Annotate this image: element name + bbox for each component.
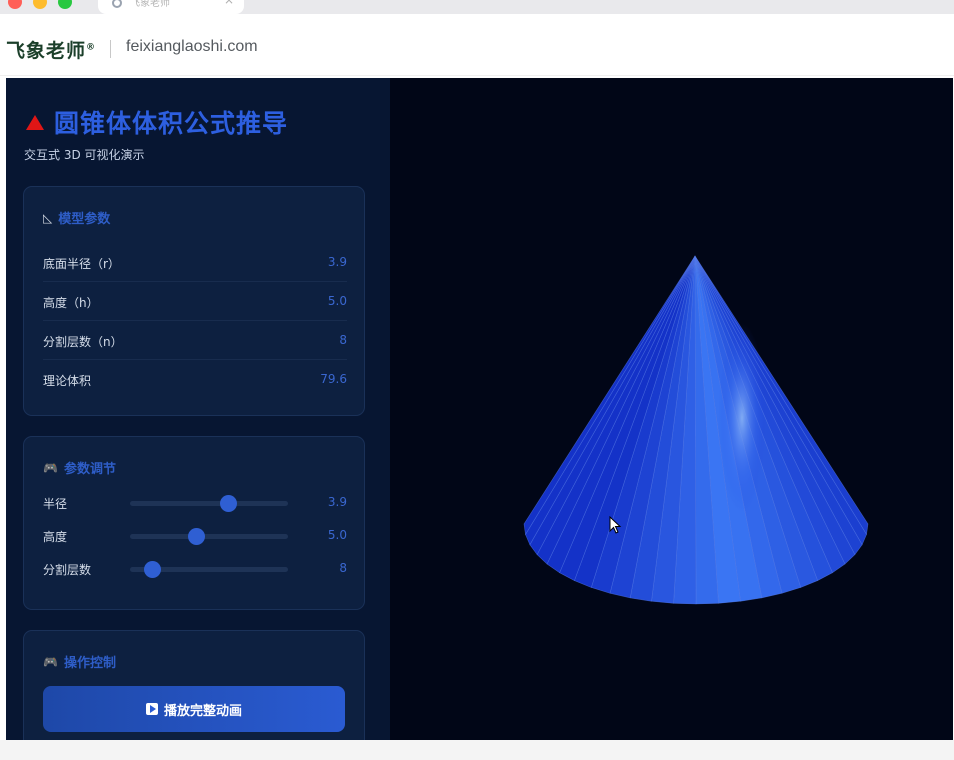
slider-value: 5.0 [327,528,347,542]
param-label: 底面半径（r） [43,257,120,271]
slider-label: 高度 [43,530,68,544]
gamepad-icon: 🎮 [43,654,58,669]
registered-mark: ® [86,42,97,53]
param-adjust-card: 🎮 参数调节 半径 3.9 高度 5.0 分割层数 8 [23,436,365,610]
site-domain: feixianglaoshi.com [126,38,258,55]
model-params-title: 模型参数 [58,212,111,227]
model-params-card: ◺ 模型参数 底面半径（r） 3.9 高度（h） 5.0 分割层数（n） 8 理… [23,186,365,416]
slider-layers: 分割层数 8 [43,557,347,581]
tab-title: 飞象老师 [130,0,170,9]
slider-height: 高度 5.0 [43,524,347,548]
3d-viewport[interactable] [390,78,953,740]
play-animation-label: 播放完整动画 [163,703,242,719]
mouse-cursor-icon [609,516,622,534]
header-divider [110,40,111,58]
minimize-window-button[interactable] [33,0,47,9]
cone-3d-render [523,255,869,605]
brand-name: 飞象老师 [6,40,87,62]
gamepad-icon: 🎮 [43,460,58,475]
controls-title: 操作控制 [63,656,116,671]
page-subtitle: 交互式 3D 可视化演示 [24,148,145,162]
cone-highlight [718,323,766,513]
browser-tab-strip: 飞象老师 × [0,0,954,14]
radius-slider-track[interactable] [130,495,288,512]
slider-label: 分割层数 [43,563,92,577]
height-slider-thumb[interactable] [188,528,206,545]
layers-slider-thumb[interactable] [144,561,162,578]
param-adjust-heading: 🎮 参数调节 [43,458,116,478]
tab-favicon-icon [112,0,122,8]
sidebar: 圆锥体体积公式推导 交互式 3D 可视化演示 ◺ 模型参数 底面半径（r） 3.… [6,78,390,740]
close-icon[interactable]: × [224,0,234,7]
param-row-layers: 分割层数（n） 8 [43,321,347,360]
radius-slider-thumb[interactable] [219,495,237,512]
param-value: 5.0 [327,294,347,308]
param-row-volume: 理论体积 79.6 [43,360,347,399]
slider-label: 半径 [43,497,68,511]
play-icon [145,703,158,715]
height-slider-track[interactable] [130,528,288,545]
param-label: 高度（h） [43,296,99,310]
param-value: 79.6 [320,372,347,386]
ruler-triangle-icon: ◺ [43,210,53,225]
param-row-radius: 底面半径（r） 3.9 [43,243,347,282]
controls-card: 🎮 操作控制 播放完整动画 [23,630,365,740]
slider-radius: 半径 3.9 [43,491,347,515]
page-title-row: 圆锥体体积公式推导 [26,104,288,140]
slider-value: 8 [339,561,347,575]
browser-tab[interactable]: 飞象老师 × [98,0,244,14]
maximize-window-button[interactable] [58,0,72,9]
site-header: 飞象老师® feixianglaoshi.com [0,14,954,76]
page-title: 圆锥体体积公式推导 [54,109,289,138]
play-animation-button[interactable]: 播放完整动画 [43,686,345,732]
red-triangle-icon [26,114,44,130]
slider-value: 3.9 [327,495,347,509]
page-bottom-strip [0,740,954,760]
param-row-height: 高度（h） 5.0 [43,282,347,321]
param-value: 3.9 [327,255,347,269]
app-container: 圆锥体体积公式推导 交互式 3D 可视化演示 ◺ 模型参数 底面半径（r） 3.… [6,78,953,740]
close-window-button[interactable] [8,0,22,9]
param-label: 理论体积 [43,374,92,388]
param-label: 分割层数（n） [43,335,123,349]
layers-slider-track[interactable] [130,561,288,578]
controls-heading: 🎮 操作控制 [43,652,116,672]
param-value: 8 [339,333,347,347]
model-params-heading: ◺ 模型参数 [43,208,111,228]
param-adjust-title: 参数调节 [63,462,116,477]
brand-logo[interactable]: 飞象老师® [6,36,96,63]
